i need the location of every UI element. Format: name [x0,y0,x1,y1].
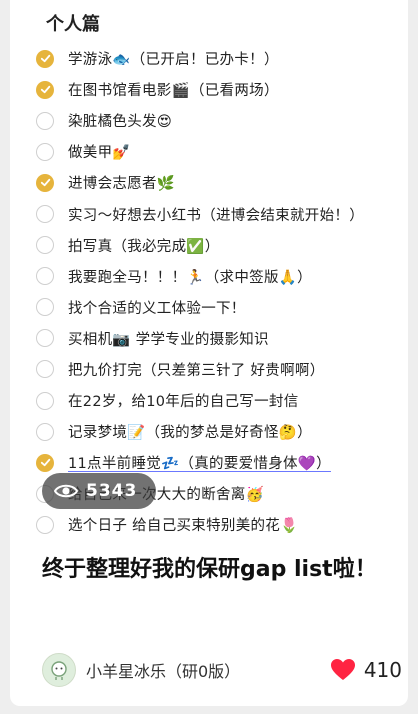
list-item-text: 学游泳🐟（已开启！已办卡！） [68,52,279,69]
unchecked-circle-icon[interactable] [36,422,54,441]
list-item-text: 拍写真（我必完成✅） [68,238,220,255]
list-item[interactable]: 记录梦境📝（我的梦总是好奇怪🤔） [36,416,406,447]
sheep-avatar-icon [51,661,67,680]
list-item[interactable]: 选个日子 给自己买束特别美的花🌷 [36,509,406,540]
list-item[interactable]: 把九价打完（只差第三针了 好贵啊啊） [36,354,406,385]
unchecked-circle-icon[interactable] [36,111,54,130]
list-item-text: 做美甲💅 [68,145,131,162]
unchecked-circle-icon[interactable] [36,360,54,379]
unchecked-circle-icon[interactable] [36,329,54,348]
list-item[interactable]: 拍写真（我必完成✅） [36,230,406,261]
list-item-text: 选个日子 给自己买束特别美的花🌷 [68,518,299,535]
list-item[interactable]: 进博会志愿者🌿 [36,167,406,198]
heart-icon[interactable] [330,658,356,682]
list-item[interactable]: 我要跑全马！！！🏃（求中签版🙏） [36,261,406,292]
section-title: 个人篇 [46,14,100,35]
unchecked-circle-icon[interactable] [36,236,54,255]
list-item[interactable]: 学游泳🐟（已开启！已办卡！） [36,43,406,74]
avatar[interactable] [42,653,76,687]
list-item-text: 我要跑全马！！！🏃（求中签版🙏） [68,269,312,286]
list-item-text: 实习～好想去小红书（进博会结束就开始！） [68,207,364,224]
author-name[interactable]: 小羊星冰乐（研0版） [86,658,330,682]
list-item[interactable]: 染脏橘色头发😍 [36,105,406,136]
checked-circle-icon[interactable] [36,173,54,192]
checked-circle-icon[interactable] [36,49,54,68]
list-item-text: 11点半前睡觉💤（真的要爱惜身体💜） [68,456,331,473]
list-item-text: 买相机📷 学学专业的摄影知识 [68,331,269,348]
eye-icon [54,484,78,498]
list-item[interactable]: 在22岁，给10年后的自己写一封信 [36,385,406,416]
list-item-text: 在图书馆看电影🎬（已看两场） [68,83,279,100]
unchecked-circle-icon[interactable] [36,267,54,286]
like-count: 410 [363,658,402,682]
list-item-text: 找个合适的义工体验一下！ [68,300,246,317]
view-count-badge: 5343 [42,473,156,509]
note-title[interactable]: 终于整理好我的保研gap list啦！ [42,553,392,587]
checklist: 学游泳🐟（已开启！已办卡！） 在图书馆看电影🎬（已看两场） 染脏橘色头发😍 做美甲💅 进… [36,43,406,541]
list-item-text: 记录梦境📝（我的梦总是好奇怪🤔） [68,425,312,442]
list-item[interactable]: 找个合适的义工体验一下！ [36,292,406,323]
note-footer: 小羊星冰乐（研0版） 410 [42,650,402,690]
view-count: 5343 [86,481,138,501]
list-item-text: 把九价打完（只差第三针了 好贵啊啊） [68,362,325,379]
checked-circle-icon[interactable] [36,80,54,99]
list-item[interactable]: 买相机📷 学学专业的摄影知识 [36,323,406,354]
note-card[interactable]: 个人篇 学游泳🐟（已开启！已办卡！） 在图书馆看电影🎬（已看两场） 染脏橘色头发😍 做… [10,0,408,706]
checked-circle-icon[interactable] [36,453,54,472]
unchecked-circle-icon[interactable] [36,391,54,410]
list-item-text: 染脏橘色头发😍 [68,114,173,131]
unchecked-circle-icon[interactable] [36,205,54,224]
list-item-text: 在22岁，给10年后的自己写一封信 [68,394,299,411]
list-item[interactable]: 实习～好想去小红书（进博会结束就开始！） [36,198,406,229]
list-item[interactable]: 在图书馆看电影🎬（已看两场） [36,74,406,105]
unchecked-circle-icon[interactable] [36,298,54,317]
unchecked-circle-icon[interactable] [36,515,54,534]
unchecked-circle-icon[interactable] [36,142,54,161]
list-item-text: 进博会志愿者🌿 [68,176,176,193]
list-item[interactable]: 做美甲💅 [36,136,406,167]
